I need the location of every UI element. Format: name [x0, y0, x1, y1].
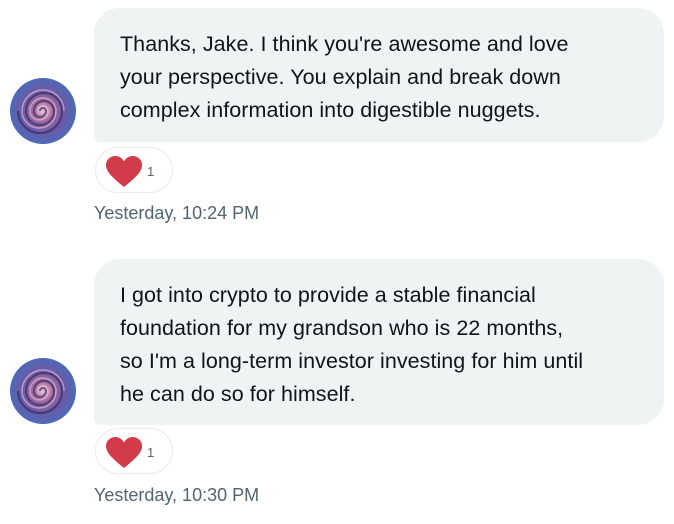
- message-timestamp: Yesterday, 10:30 PM: [94, 485, 260, 505]
- heart-icon: [106, 156, 142, 187]
- avatar[interactable]: [10, 78, 76, 144]
- message-text: Thanks, Jake. I think you're awesome and…: [120, 32, 569, 122]
- message-bubble[interactable]: Thanks, Jake. I think you're awesome and…: [94, 8, 664, 142]
- reaction-count: 1: [147, 445, 155, 460]
- reaction-button[interactable]: 1: [95, 428, 173, 474]
- message-bubble[interactable]: I got into crypto to provide a stable fi…: [94, 259, 664, 425]
- reaction-count: 1: [147, 164, 155, 179]
- reaction-button[interactable]: 1: [95, 147, 173, 193]
- heart-icon: [106, 437, 142, 468]
- avatar[interactable]: [10, 358, 76, 424]
- message-text: I got into crypto to provide a stable fi…: [120, 283, 584, 406]
- message-timestamp: Yesterday, 10:24 PM: [94, 203, 260, 223]
